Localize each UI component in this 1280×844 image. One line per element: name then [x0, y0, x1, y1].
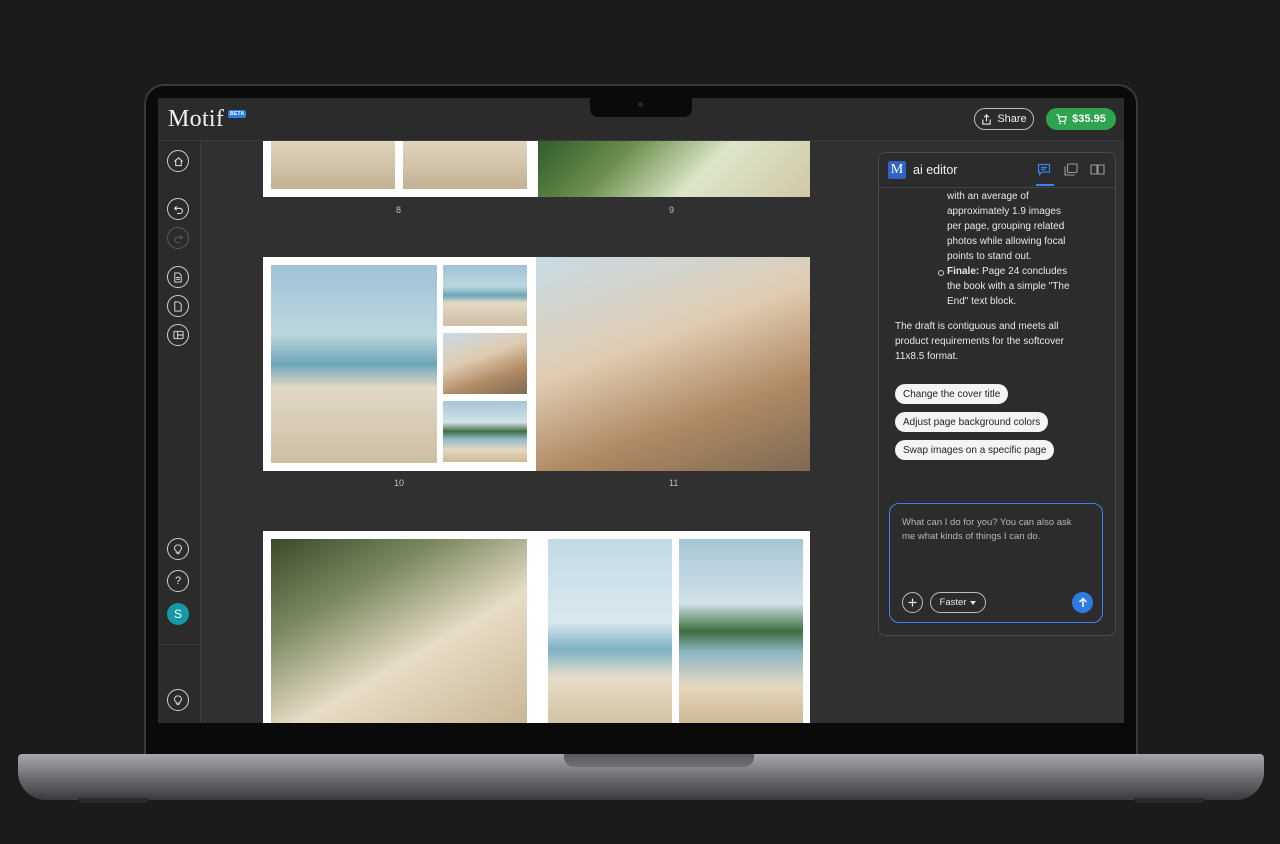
page-number: 10	[394, 478, 405, 488]
camera-icon	[638, 102, 643, 107]
message-line: End" text block.	[947, 296, 1017, 307]
arrow-up-icon	[1078, 597, 1087, 607]
redo-icon	[173, 234, 183, 243]
price-label: $35.95	[1072, 113, 1106, 125]
placeholder-line: What can I do for you? You can also ask	[902, 517, 1072, 528]
message-line: 11x8.5 format.	[895, 351, 959, 362]
laptop-groove	[564, 754, 754, 767]
tab-chat[interactable]	[1034, 160, 1054, 186]
photo[interactable]	[443, 265, 527, 326]
photo[interactable]	[271, 539, 527, 723]
chat-thread: with an average of approximately 1.9 ima…	[879, 187, 1115, 487]
model-mode-dropdown[interactable]: Faster	[930, 592, 986, 613]
camera-notch	[590, 97, 692, 117]
placeholder-line: me what kinds of things I can do.	[902, 530, 1041, 542]
avatar-initial: S	[173, 607, 182, 621]
photo[interactable]	[548, 539, 672, 723]
undo-button[interactable]	[167, 198, 189, 220]
attach-button[interactable]	[902, 592, 923, 613]
chat-message: The draft is contiguous and meets all pr…	[895, 319, 1100, 364]
photo[interactable]	[271, 141, 395, 189]
share-label: Share	[997, 113, 1027, 125]
spread-pages-12-13[interactable]	[263, 531, 810, 723]
ai-editor-header: M ai editor	[879, 153, 1115, 188]
avatar[interactable]: S	[167, 603, 189, 625]
checkout-button[interactable]: $35.95	[1046, 108, 1116, 130]
suggestion-chip[interactable]: Change the cover title	[895, 384, 1009, 404]
page-button[interactable]	[167, 266, 189, 288]
message-line: Page 24 concludes	[979, 266, 1068, 277]
ai-editor-panel: M ai editor with an average of approxima…	[878, 152, 1116, 636]
chat-icon	[1037, 163, 1051, 176]
left-toolbar: ? S	[158, 141, 201, 723]
message-line: points to stand out.	[947, 251, 1032, 262]
finale-label: Finale:	[947, 266, 980, 277]
photo[interactable]	[443, 401, 527, 462]
layout-icon	[172, 330, 184, 340]
send-button[interactable]	[1072, 592, 1093, 613]
photo[interactable]	[538, 141, 810, 197]
photo[interactable]	[679, 539, 803, 723]
help-button[interactable]: ?	[167, 570, 189, 592]
page-icon	[174, 271, 182, 283]
message-line: product requirements for the softcover	[895, 336, 1064, 347]
chat-input[interactable]: What can I do for you? You can also ask …	[889, 503, 1103, 623]
page-number: 9	[669, 205, 675, 215]
bullet-icon	[938, 270, 944, 276]
message-line: The draft is contiguous and meets all	[895, 321, 1059, 332]
plus-icon	[908, 598, 917, 607]
chat-message-bullet: Finale: Page 24 concludes the book with …	[938, 264, 1097, 309]
photo[interactable]	[271, 265, 437, 463]
add-page-button[interactable]	[167, 295, 189, 317]
tab-book[interactable]	[1087, 160, 1107, 178]
page-number: 8	[396, 205, 402, 215]
laptop-foot	[1134, 798, 1204, 803]
redo-button[interactable]	[167, 227, 189, 249]
ai-editor-title: ai editor	[913, 163, 958, 177]
photo[interactable]	[443, 333, 527, 394]
gallery-icon	[1064, 162, 1078, 176]
share-icon	[982, 113, 992, 125]
home-button[interactable]	[167, 150, 189, 172]
ideas-button[interactable]	[167, 689, 189, 711]
lightbulb-icon	[174, 694, 182, 705]
motif-logo-icon: M	[888, 161, 906, 179]
chat-message: with an average of approximately 1.9 ima…	[947, 189, 1097, 264]
undo-icon	[173, 205, 183, 214]
mode-label: Faster	[939, 597, 967, 608]
app-logo[interactable]: Motif	[168, 106, 224, 133]
tab-gallery[interactable]	[1061, 160, 1081, 178]
tips-button[interactable]	[167, 538, 189, 560]
beta-badge: BETA	[228, 110, 247, 118]
photo[interactable]	[403, 141, 527, 189]
suggestion-chip[interactable]: Adjust page background colors	[895, 412, 1049, 432]
help-icon: ?	[174, 575, 182, 587]
book-icon	[1089, 163, 1105, 175]
laptop-foot	[78, 798, 148, 803]
laptop-base	[18, 754, 1264, 800]
message-line: with an average of	[947, 191, 1029, 202]
message-line: per page, grouping related	[947, 221, 1065, 232]
app-screen: Motif BETA Share $35.95 ? S 8 9 10 11 M …	[158, 98, 1124, 723]
home-icon	[173, 156, 183, 166]
layout-button[interactable]	[167, 324, 189, 346]
photo[interactable]	[536, 257, 810, 471]
rail-divider	[158, 644, 200, 645]
share-button[interactable]: Share	[974, 108, 1034, 130]
chat-input-placeholder[interactable]: What can I do for you? You can also ask …	[902, 516, 1092, 543]
lightbulb-icon	[174, 543, 182, 554]
spread-pages-8-9[interactable]	[263, 141, 810, 197]
message-line: approximately 1.9 images	[947, 206, 1061, 217]
spread-pages-10-11[interactable]	[263, 257, 810, 471]
message-line: the book with a simple "The	[947, 281, 1070, 292]
message-line: photos while allowing focal	[947, 236, 1066, 247]
page-number: 11	[669, 478, 679, 488]
add-page-icon	[174, 300, 182, 312]
cart-icon	[1056, 113, 1067, 124]
caret-down-icon	[970, 600, 977, 605]
suggestion-chip[interactable]: Swap images on a specific page	[895, 440, 1055, 460]
